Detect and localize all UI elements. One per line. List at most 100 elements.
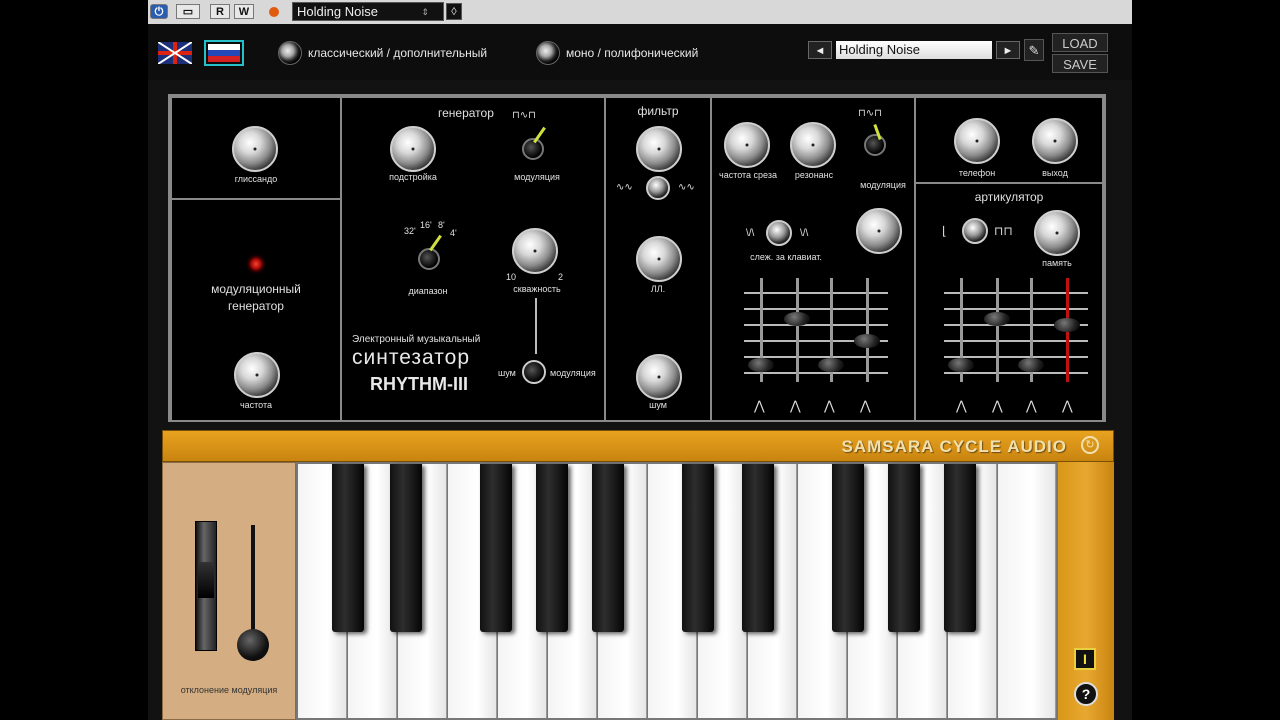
host-toolbar: ⏻ ▭ R W Holding Noise ⇕ ◊ — [148, 0, 1132, 25]
preset-next-button[interactable]: ► — [996, 41, 1020, 59]
vcf-attack-icon: ⋀ — [754, 398, 765, 413]
black-key[interactable] — [592, 464, 624, 632]
brand-name: SAMSARA CYCLE AUDIO — [841, 437, 1067, 456]
power-icon[interactable]: ⏻ — [150, 4, 168, 19]
range-mark-4: 4' — [450, 228, 457, 238]
vcf-sustain-icon: ⋀ — [824, 398, 835, 413]
synth-plugin: классический / дополнительный моно / пол… — [148, 24, 1132, 720]
phone-knob[interactable] — [954, 118, 1000, 164]
filter-title: фильтр — [637, 104, 679, 118]
resonance-knob[interactable] — [790, 122, 836, 168]
samsara-logo-icon: ↻ — [1081, 436, 1099, 454]
articulator-switch[interactable] — [962, 218, 988, 244]
vcf-release-fader[interactable] — [854, 334, 880, 348]
black-key[interactable] — [944, 464, 976, 632]
oscillator-title: генератор — [438, 106, 494, 120]
load-button[interactable]: LOAD — [1052, 33, 1108, 52]
glide-knob[interactable] — [232, 126, 278, 172]
wheel-label: отклонение модуляция — [180, 685, 278, 695]
amp-release-fader[interactable] — [1054, 318, 1080, 332]
amp-decay-fader[interactable] — [984, 312, 1010, 326]
vcf-attack-fader[interactable] — [748, 358, 774, 372]
range-selector[interactable] — [418, 248, 440, 270]
kbd-track-label: слеж. за клавиат. — [750, 252, 822, 262]
black-key[interactable] — [536, 464, 568, 632]
ru-flag-icon[interactable] — [204, 40, 244, 66]
amp-sustain-fader[interactable] — [1018, 358, 1044, 372]
help-icon[interactable]: ? — [1074, 682, 1098, 706]
preset-spin-icon[interactable]: ⇕ — [421, 3, 429, 21]
filter-pulse-knob[interactable] — [636, 236, 682, 282]
preset-menu-icon[interactable]: ◊ — [446, 3, 462, 20]
range-pointer-icon — [429, 234, 442, 252]
black-key[interactable] — [480, 464, 512, 632]
black-key[interactable] — [742, 464, 774, 632]
cutoff-label: частота среза — [719, 170, 777, 180]
cutoff-knob[interactable] — [724, 122, 770, 168]
black-key[interactable] — [332, 464, 364, 632]
noise-mix-switch[interactable] — [522, 360, 546, 384]
black-key[interactable] — [832, 464, 864, 632]
modulation-wheel-cap[interactable] — [237, 629, 269, 661]
vcf-envelope-faders — [744, 278, 888, 382]
write-automation-button[interactable]: W — [234, 4, 254, 19]
filter-main-knob[interactable] — [636, 126, 682, 172]
pw-max-label: 2 — [558, 272, 564, 282]
output-label: выход — [1042, 168, 1068, 178]
oscillator-section: генератор подстройка ⊓∿⊓ модуляция 32' 1… — [340, 96, 606, 422]
range-mark-8: 8' — [438, 220, 445, 230]
kbd-track-left-icon: \/\ — [746, 228, 755, 239]
kbd-track-switch[interactable] — [766, 220, 792, 246]
save-button[interactable]: SAVE — [1052, 54, 1108, 73]
articulator-left-icon: ⌊ — [942, 224, 947, 238]
filter-pulse-label: ЛЛ. — [650, 284, 666, 294]
amp-attack-icon: ⋀ — [956, 398, 967, 413]
filter-noise-knob[interactable] — [636, 354, 682, 400]
preset-prev-button[interactable]: ◄ — [808, 41, 832, 59]
wheel-panel: отклонение модуляция — [162, 462, 296, 720]
pitch-bend-wheel[interactable] — [195, 521, 217, 651]
lfo-title-line2: генератор — [228, 299, 284, 313]
lfo-section: модуляционный генератор частота — [170, 198, 342, 422]
info-icon[interactable]: I — [1074, 648, 1096, 670]
lfo-led-icon — [250, 258, 262, 270]
glide-section: глиссандо — [170, 96, 342, 200]
memory-knob[interactable] — [1034, 210, 1080, 256]
vcf-decay-fader[interactable] — [784, 312, 810, 326]
waveform-symbols: ⊓∿⊓ — [512, 110, 536, 121]
white-key[interactable] — [998, 464, 1056, 718]
preset-name-field[interactable]: Holding Noise — [836, 41, 992, 59]
lfo-frequency-knob[interactable] — [234, 352, 280, 398]
vcf-wave-symbols: ⊓∿⊓ — [858, 108, 882, 119]
amp-attack-fader[interactable] — [948, 358, 974, 372]
vcf-modulation-selector[interactable] — [864, 134, 886, 156]
black-key[interactable] — [888, 464, 920, 632]
classic-mode-knob[interactable] — [278, 41, 302, 65]
host-preset-field[interactable]: Holding Noise ⇕ — [292, 2, 444, 21]
tune-knob[interactable] — [390, 126, 436, 172]
filter-wave-switch[interactable] — [646, 176, 670, 200]
window-toggle-button[interactable]: ▭ — [176, 4, 200, 19]
output-knob[interactable] — [1032, 118, 1078, 164]
record-indicator-icon[interactable] — [269, 7, 279, 17]
uk-flag-icon[interactable] — [158, 42, 192, 64]
filter-wave-right-icon: ∿∿ — [678, 182, 695, 193]
vcf-amount-knob[interactable] — [856, 208, 902, 254]
black-key[interactable] — [390, 464, 422, 632]
articulator-section: артикулятор ⌊ ⊓⊓ память ⋀ ⋀ ⋀ ⋀ — [914, 182, 1104, 422]
host-preset-name: Holding Noise — [297, 4, 378, 19]
amp-envelope-faders — [944, 278, 1088, 382]
poly-mode-knob[interactable] — [536, 41, 560, 65]
kbd-track-right-icon: \/\ — [800, 228, 809, 239]
read-automation-button[interactable]: R — [210, 4, 230, 19]
vcf-sustain-fader[interactable] — [818, 358, 844, 372]
pulse-width-knob[interactable] — [512, 228, 558, 274]
pencil-icon[interactable]: ✎ — [1024, 39, 1044, 61]
right-side-panel: I ? — [1058, 462, 1114, 720]
noise-mix-label: шум — [498, 368, 516, 378]
classic-mode-label: классический / дополнительный — [308, 46, 488, 60]
output-section: телефон выход — [914, 96, 1104, 184]
black-key[interactable] — [682, 464, 714, 632]
brand-synth-title: синтезатор — [352, 346, 471, 369]
phone-label: телефон — [958, 168, 996, 178]
